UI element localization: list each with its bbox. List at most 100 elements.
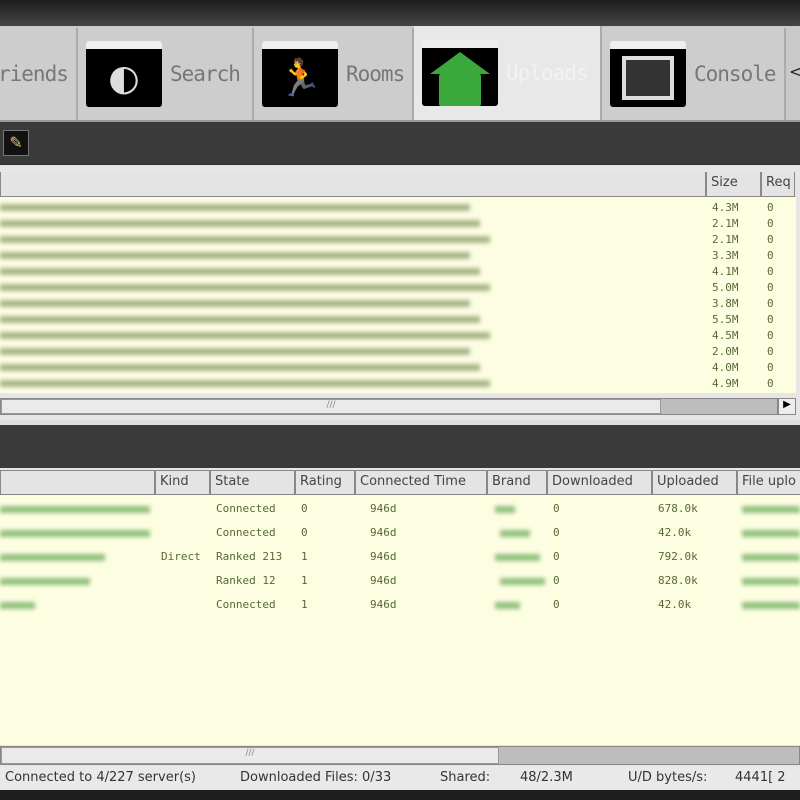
downloaded: 0 [553,598,560,611]
file-requests: 0 [767,377,774,390]
blurred-filename [0,348,470,355]
status-servers: Connected to 4/227 server(s) [5,770,196,785]
file-size: 3.8M [712,297,739,310]
tab-label: Search [170,62,241,86]
window-title-bar [0,0,800,26]
toolbar [0,122,800,164]
blurred-filename [0,204,470,211]
horizontal-scrollbar[interactable]: /// [0,746,800,765]
tab-bar: riends ◐ Search 🏃 Rooms Uploads Console < [0,26,800,122]
tab-label: Uploads [506,61,589,85]
blurred-filename [0,220,480,227]
state: Ranked 12 [216,574,276,587]
blurred-filename [0,380,490,387]
file-size: 2.0M [712,345,739,358]
status-bar: Connected to 4/227 server(s) Downloaded … [0,766,800,790]
column-header-brand[interactable]: Brand [487,470,547,495]
file-requests: 0 [767,201,774,214]
connected-time: 946d [370,550,397,563]
state: Connected [216,526,276,539]
console-icon [610,41,686,107]
file-size: 3.3M [712,249,739,262]
status-ud-label: U/D bytes/s: [628,770,708,785]
downloaded: 0 [553,502,560,515]
file-requests: 0 [767,361,774,374]
rating: 1 [301,550,308,563]
file-size: 4.1M [712,265,739,278]
column-header-kind[interactable]: Kind [155,470,210,495]
connected-time: 946d [370,502,397,515]
file-size: 4.0M [712,361,739,374]
file-size: 4.5M [712,329,739,342]
blurred-username [0,602,35,609]
tab-search[interactable]: ◐ Search [78,28,254,120]
blurred-file [742,578,800,585]
tab-scroll-left[interactable]: < [789,62,800,81]
blurred-brand [495,602,520,609]
blurred-brand [495,506,515,513]
window-bottom-edge [0,790,800,800]
blurred-username [0,530,150,537]
rating: 0 [301,502,308,515]
column-header-file-uploaded[interactable]: File uplo [737,470,800,495]
horizontal-scrollbar[interactable]: /// [0,398,778,415]
blurred-filename [0,316,480,323]
uploaded: 42.0k [658,526,692,539]
uploaded: 828.0k [658,574,698,587]
state: Ranked 213 [216,550,283,563]
file-requests: 0 [767,265,774,278]
column-header-req[interactable]: Req [761,172,795,197]
blurred-file [742,602,800,609]
tab-rooms[interactable]: 🏃 Rooms [254,28,414,120]
blurred-brand [495,554,540,561]
column-header-connected-time[interactable]: Connected Time [355,470,487,495]
file-size: 4.9M [712,377,739,390]
file-size: 2.1M [712,233,739,246]
search-icon: ◐ [86,41,162,107]
blurred-file [742,506,800,513]
rating: 0 [301,526,308,539]
column-header-rating[interactable]: Rating [295,470,355,495]
connected-time: 946d [370,574,397,587]
blurred-filename [0,236,490,243]
blurred-filename [0,252,470,259]
blurred-username [0,506,150,513]
blurred-username [0,578,90,585]
status-downloaded-files: Downloaded Files: 0/33 [240,770,392,785]
blurred-file [742,554,800,561]
column-header-name[interactable] [0,470,155,495]
kind: Direct [161,550,201,563]
state: Connected [216,502,276,515]
file-requests: 0 [767,249,774,262]
blurred-filename [0,268,480,275]
tab-friends[interactable]: riends [0,28,78,120]
scroll-right-button[interactable]: ▶ [778,398,796,415]
file-requests: 0 [767,233,774,246]
blurred-file [742,530,800,537]
blurred-brand [500,578,545,585]
status-ud-value: 4441[ 2 [735,770,786,785]
tab-console[interactable]: Console [602,28,786,120]
uploaded: 792.0k [658,550,698,563]
file-size: 2.1M [712,217,739,230]
column-header-state[interactable]: State [210,470,295,495]
file-size: 4.3M [712,201,739,214]
status-shared-label: Shared: [440,770,491,785]
column-header-name[interactable] [0,172,706,197]
toolbar-action-icon[interactable]: ✎ [3,130,29,156]
upload-files-list: 4.3M 0 2.1M 0 2.1M 0 3.3M 0 4.1M 0 5.0M … [0,197,796,393]
rooms-icon: 🏃 [262,41,338,107]
blurred-filename [0,300,470,307]
file-requests: 0 [767,297,774,310]
tab-label: riends [0,62,69,86]
file-requests: 0 [767,345,774,358]
status-shared-value: 48/2.3M [520,770,573,785]
column-header-uploaded[interactable]: Uploaded [652,470,737,495]
column-header-downloaded[interactable]: Downloaded [547,470,652,495]
rating: 1 [301,574,308,587]
column-header-size[interactable]: Size [706,172,761,197]
tab-uploads[interactable]: Uploads [414,26,602,120]
blurred-filename [0,284,490,291]
uploaded: 42.0k [658,598,692,611]
tab-label: Console [694,62,777,86]
